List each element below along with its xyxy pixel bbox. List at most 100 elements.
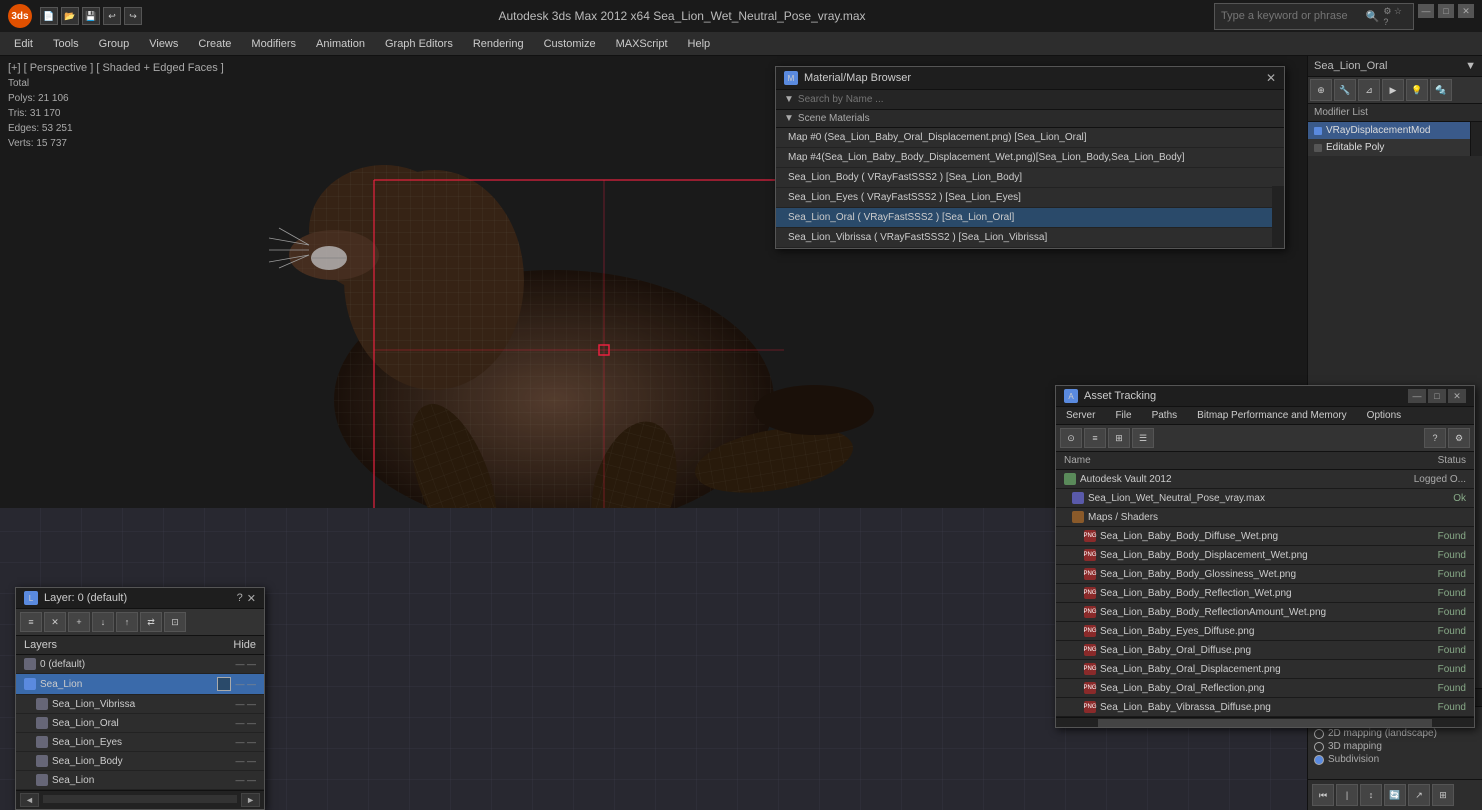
menu-graph-editors[interactable]: Graph Editors <box>375 36 463 52</box>
search-bar[interactable]: 🔍 ⚙ ☆ ? <box>1214 3 1414 30</box>
redo-btn[interactable]: ↪ <box>124 7 142 25</box>
mat-item-1[interactable]: Map #4(Sea_Lion_Baby_Body_Displacement_W… <box>776 148 1284 168</box>
close-btn[interactable]: ✕ <box>1458 4 1474 18</box>
layer-tool-7[interactable]: ⊡ <box>164 612 186 632</box>
asset-png-6[interactable]: PNG Sea_Lion_Baby_Oral_Diffuse.png Found <box>1056 641 1474 660</box>
asset-menu-server[interactable]: Server <box>1056 407 1105 424</box>
asset-png-2[interactable]: PNG Sea_Lion_Baby_Body_Glossiness_Wet.pn… <box>1056 565 1474 584</box>
layer-scroll-track[interactable] <box>43 795 237 803</box>
menu-tools[interactable]: Tools <box>43 36 89 52</box>
rt-btn-2[interactable]: 🔧 <box>1334 79 1356 101</box>
layer-tool-3[interactable]: + <box>68 612 90 632</box>
asset-png-1[interactable]: PNG Sea_Lion_Baby_Body_Displacement_Wet.… <box>1056 546 1474 565</box>
asset-png-8[interactable]: PNG Sea_Lion_Baby_Oral_Reflection.png Fo… <box>1056 679 1474 698</box>
layer-scroll-left[interactable]: ◄ <box>20 793 39 807</box>
material-browser-close[interactable]: ✕ <box>1266 71 1276 85</box>
menu-rendering[interactable]: Rendering <box>463 36 534 52</box>
bt-btn-6[interactable]: ⊞ <box>1432 784 1454 806</box>
menu-animation[interactable]: Animation <box>306 36 375 52</box>
menu-edit[interactable]: Edit <box>4 36 43 52</box>
layer-item-0[interactable]: 0 (default) — — <box>16 655 264 674</box>
menu-views[interactable]: Views <box>139 36 188 52</box>
asset-vault[interactable]: Autodesk Vault 2012 Logged O... <box>1056 470 1474 489</box>
radio-3d[interactable]: 3D mapping <box>1314 741 1476 752</box>
mat-item-2[interactable]: Sea_Lion_Body ( VRayFastSSS2 ) [Sea_Lion… <box>776 168 1284 188</box>
asset-minimize[interactable]: — <box>1408 389 1426 403</box>
bt-btn-4[interactable]: 🔄 <box>1384 784 1406 806</box>
png-9-status: Found <box>1438 702 1466 713</box>
modifier-vray[interactable]: VRayDisplacementMod <box>1308 122 1470 139</box>
asset-png-4[interactable]: PNG Sea_Lion_Baby_Body_ReflectionAmount_… <box>1056 603 1474 622</box>
undo-btn[interactable]: ↩ <box>103 7 121 25</box>
bt-btn-1[interactable]: ⏮ <box>1312 784 1334 806</box>
asset-menu-bitmap[interactable]: Bitmap Performance and Memory <box>1187 407 1357 424</box>
open-btn[interactable]: 📂 <box>61 7 79 25</box>
asset-png-3[interactable]: PNG Sea_Lion_Baby_Body_Reflection_Wet.pn… <box>1056 584 1474 603</box>
layer-item-1[interactable]: Sea_Lion — — <box>16 674 264 695</box>
layer-tool-4[interactable]: ↓ <box>92 612 114 632</box>
menu-create[interactable]: Create <box>188 36 241 52</box>
asset-max-file[interactable]: Sea_Lion_Wet_Neutral_Pose_vray.max Ok <box>1056 489 1474 508</box>
layer-help-btn[interactable]: ? <box>237 592 243 605</box>
layer-tool-1[interactable]: ≡ <box>20 612 42 632</box>
rt-btn-4[interactable]: ▶ <box>1382 79 1404 101</box>
layer-1-vis[interactable] <box>217 677 231 691</box>
modifier-poly[interactable]: Editable Poly <box>1308 139 1470 156</box>
radio-subdiv[interactable]: Subdivision <box>1314 754 1476 765</box>
menu-maxscript[interactable]: MAXScript <box>606 36 678 52</box>
bt-btn-3[interactable]: ↕ <box>1360 784 1382 806</box>
restore-btn[interactable]: □ <box>1438 4 1454 18</box>
mat-item-3[interactable]: Sea_Lion_Eyes ( VRayFastSSS2 ) [Sea_Lion… <box>776 188 1284 208</box>
material-search-input[interactable] <box>798 94 1276 105</box>
asset-tb-2[interactable]: ≡ <box>1084 428 1106 448</box>
layer-scroll-right[interactable]: ► <box>241 793 260 807</box>
layer-tool-6[interactable]: ⇄ <box>140 612 162 632</box>
asset-tb-help[interactable]: ? <box>1424 428 1446 448</box>
save-btn[interactable]: 💾 <box>82 7 100 25</box>
layer-tool-2[interactable]: ✕ <box>44 612 66 632</box>
new-btn[interactable]: 📄 <box>40 7 58 25</box>
asset-tb-3[interactable]: ⊞ <box>1108 428 1130 448</box>
asset-menu-options[interactable]: Options <box>1357 407 1411 424</box>
layer-item-4[interactable]: Sea_Lion_Eyes — — <box>16 733 264 752</box>
menu-group[interactable]: Group <box>89 36 140 52</box>
rt-btn-6[interactable]: 🔩 <box>1430 79 1452 101</box>
asset-tb-4[interactable]: ☰ <box>1132 428 1154 448</box>
asset-maps-folder[interactable]: Maps / Shaders <box>1056 508 1474 527</box>
layer-tool-5[interactable]: ↑ <box>116 612 138 632</box>
layer-item-3[interactable]: Sea_Lion_Oral — — <box>16 714 264 733</box>
menu-customize[interactable]: Customize <box>534 36 606 52</box>
asset-menu-paths[interactable]: Paths <box>1142 407 1188 424</box>
rt-btn-5[interactable]: 💡 <box>1406 79 1428 101</box>
asset-menu-file[interactable]: File <box>1105 407 1141 424</box>
modifier-list-scrollbar[interactable] <box>1470 122 1482 156</box>
minimize-btn[interactable]: — <box>1418 4 1434 18</box>
asset-png-9[interactable]: PNG Sea_Lion_Baby_Vibrassa_Diffuse.png F… <box>1056 698 1474 717</box>
asset-scroll-bar[interactable] <box>1056 717 1474 727</box>
asset-scroll-thumb[interactable] <box>1098 719 1432 727</box>
layer-scroll-bar[interactable]: ◄ ► <box>16 790 264 809</box>
asset-close[interactable]: ✕ <box>1448 389 1466 403</box>
mat-item-0[interactable]: Map #0 (Sea_Lion_Baby_Oral_Displacement.… <box>776 128 1284 148</box>
rt-btn-1[interactable]: ⊕ <box>1310 79 1332 101</box>
asset-png-5[interactable]: PNG Sea_Lion_Baby_Eyes_Diffuse.png Found <box>1056 622 1474 641</box>
asset-png-7[interactable]: PNG Sea_Lion_Baby_Oral_Displacement.png … <box>1056 660 1474 679</box>
mat-item-5[interactable]: Sea_Lion_Vibrissa ( VRayFastSSS2 ) [Sea_… <box>776 228 1284 248</box>
asset-restore[interactable]: □ <box>1428 389 1446 403</box>
layer-item-5[interactable]: Sea_Lion_Body — — <box>16 752 264 771</box>
menu-modifiers[interactable]: Modifiers <box>241 36 306 52</box>
rt-btn-3[interactable]: ⊿ <box>1358 79 1380 101</box>
layer-close-btn[interactable]: ✕ <box>247 592 256 605</box>
asset-tb-1[interactable]: ⊙ <box>1060 428 1082 448</box>
layer-item-6[interactable]: Sea_Lion — — <box>16 771 264 790</box>
layer-item-2[interactable]: Sea_Lion_Vibrissa — — <box>16 695 264 714</box>
asset-tb-settings[interactable]: ⚙ <box>1448 428 1470 448</box>
bt-btn-2[interactable]: | <box>1336 784 1358 806</box>
search-input[interactable] <box>1221 10 1366 22</box>
material-browser-scrollbar[interactable] <box>1272 186 1284 248</box>
asset-png-0[interactable]: PNG Sea_Lion_Baby_Body_Diffuse_Wet.png F… <box>1056 527 1474 546</box>
menu-help[interactable]: Help <box>678 36 721 52</box>
radio-2d[interactable]: 2D mapping (landscape) <box>1314 728 1476 739</box>
bt-btn-5[interactable]: ↗ <box>1408 784 1430 806</box>
mat-item-4[interactable]: Sea_Lion_Oral ( VRayFastSSS2 ) [Sea_Lion… <box>776 208 1284 228</box>
